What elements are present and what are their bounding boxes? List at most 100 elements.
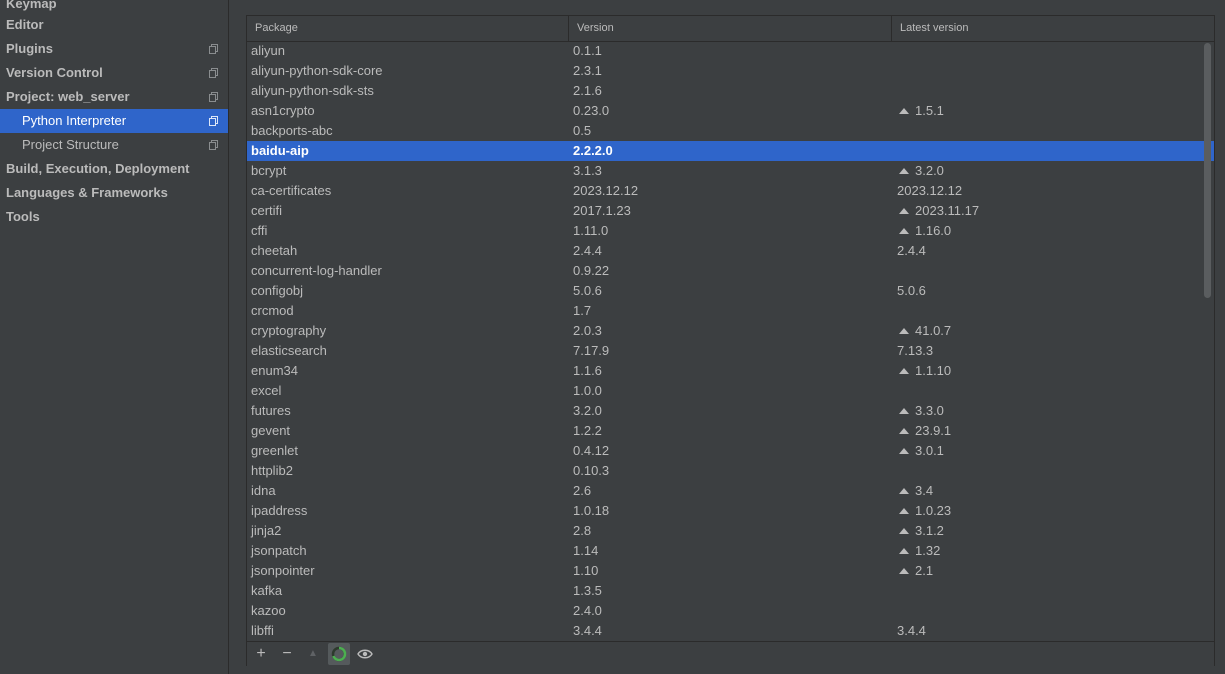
remove-package-button[interactable]: −: [276, 643, 298, 665]
version-cell: 2.6: [573, 483, 592, 498]
package-name-cell: backports-abc: [251, 123, 333, 138]
upgrade-available-icon: [899, 568, 909, 574]
sidebar-item-build[interactable]: Build, Execution, Deployment: [0, 157, 228, 181]
table-header: Package Version Latest version: [247, 16, 1214, 42]
package-name-cell: enum34: [251, 363, 298, 378]
table-row[interactable]: ca-certificates 2023.12.12 2023.12.12: [247, 181, 1214, 201]
sidebar-item-label: Keymap: [6, 0, 57, 11]
sidebar-item-project-structure[interactable]: Project Structure: [0, 133, 228, 157]
upgrade-available-icon: [899, 228, 909, 234]
package-name-cell: cffi: [251, 223, 268, 238]
table-row[interactable]: jsonpointer 1.10 2.1: [247, 561, 1214, 581]
table-row[interactable]: configobj 5.0.6 5.0.6: [247, 281, 1214, 301]
latest-version-text: 2023.12.12: [897, 183, 963, 198]
latest-version-text: 7.13.3: [897, 343, 934, 358]
table-row[interactable]: baidu-aip 2.2.2.0: [247, 141, 1214, 161]
package-name-cell: aliyun-python-sdk-core: [251, 63, 383, 78]
latest-version-text: 2.1: [915, 563, 934, 578]
package-name-cell: aliyun-python-sdk-sts: [251, 83, 374, 98]
packages-toolbar: + − ▲: [247, 641, 1214, 666]
latest-version-cell: 1.1.10: [897, 361, 951, 381]
table-row[interactable]: excel 1.0.0: [247, 381, 1214, 401]
package-name-cell: asn1crypto: [251, 103, 315, 118]
copy-icon: [209, 68, 218, 78]
version-cell: 0.4.12: [573, 443, 610, 458]
package-name-cell: httplib2: [251, 463, 293, 478]
package-name-cell: excel: [251, 383, 282, 398]
version-cell: 3.2.0: [573, 403, 602, 418]
table-row[interactable]: futures 3.2.0 3.3.0: [247, 401, 1214, 421]
table-row[interactable]: gevent 1.2.2 23.9.1: [247, 421, 1214, 441]
version-cell: 1.11.0: [573, 223, 609, 238]
version-cell: 1.2.2: [573, 423, 602, 438]
table-row[interactable]: concurrent-log-handler 0.9.22: [247, 261, 1214, 281]
table-row[interactable]: bcrypt 3.1.3 3.2.0: [247, 161, 1214, 181]
upgrade-package-button[interactable]: ▲: [302, 643, 324, 665]
sidebar-item-plugins[interactable]: Plugins: [0, 37, 228, 61]
table-row[interactable]: cffi 1.11.0 1.16.0: [247, 221, 1214, 241]
table-row[interactable]: ipaddress 1.0.18 1.0.23: [247, 501, 1214, 521]
latest-version-text: 3.4.4: [897, 623, 926, 638]
table-row[interactable]: jsonpatch 1.14 1.32: [247, 541, 1214, 561]
table-row[interactable]: idna 2.6 3.4: [247, 481, 1214, 501]
version-cell: 2023.12.12: [573, 183, 639, 198]
vertical-scrollbar[interactable]: [1204, 43, 1211, 298]
table-row[interactable]: kafka 1.3.5: [247, 581, 1214, 601]
sidebar-item-python-interpreter[interactable]: Python Interpreter: [0, 109, 228, 133]
upgrade-available-icon: [899, 488, 909, 494]
copy-icon: [209, 140, 218, 150]
package-name-cell: elasticsearch: [251, 343, 327, 358]
table-row[interactable]: asn1crypto 0.23.0 1.5.1: [247, 101, 1214, 121]
sidebar-item-editor[interactable]: Editor: [0, 13, 228, 37]
sidebar-item-project[interactable]: Project: web_server: [0, 85, 228, 109]
table-row[interactable]: aliyun-python-sdk-sts 2.1.6: [247, 81, 1214, 101]
sidebar-item-tools[interactable]: Tools: [0, 205, 228, 229]
column-header-package[interactable]: Package: [247, 16, 569, 41]
latest-version-text: 2.4.4: [897, 243, 926, 258]
refresh-spinner-button[interactable]: [328, 643, 350, 665]
table-row[interactable]: cheetah 2.4.4 2.4.4: [247, 241, 1214, 261]
column-header-latest-version[interactable]: Latest version: [892, 16, 1214, 41]
table-row[interactable]: greenlet 0.4.12 3.0.1: [247, 441, 1214, 461]
table-row[interactable]: kazoo 2.4.0: [247, 601, 1214, 621]
sidebar-item-label: Languages & Frameworks: [6, 185, 168, 200]
table-row[interactable]: certifi 2017.1.23 2023.11.17: [247, 201, 1214, 221]
package-name-cell: ipaddress: [251, 503, 308, 518]
show-early-releases-button[interactable]: [354, 643, 376, 665]
package-name-cell: bcrypt: [251, 163, 287, 178]
upgrade-available-icon: [899, 448, 909, 454]
upgrade-available-icon: [899, 368, 909, 374]
package-name-cell: baidu-aip: [251, 143, 309, 158]
copy-icon: [209, 44, 218, 54]
package-name-cell: cryptography: [251, 323, 327, 338]
table-row[interactable]: elasticsearch 7.17.9 7.13.3: [247, 341, 1214, 361]
table-row[interactable]: crcmod 1.7: [247, 301, 1214, 321]
interpreter-panel: Package Version Latest version aliyun 0.1…: [229, 0, 1225, 674]
table-row[interactable]: httplib2 0.10.3: [247, 461, 1214, 481]
latest-version-cell: 1.0.23: [897, 501, 951, 521]
table-row[interactable]: cryptography 2.0.3 41.0.7: [247, 321, 1214, 341]
latest-version-cell: 2023.11.17: [897, 201, 979, 221]
add-package-button[interactable]: +: [250, 643, 272, 665]
column-header-version[interactable]: Version: [569, 16, 892, 41]
package-name-cell: jsonpointer: [251, 563, 315, 578]
latest-version-cell: 1.5.1: [897, 101, 944, 121]
table-row[interactable]: jinja2 2.8 3.1.2: [247, 521, 1214, 541]
table-row[interactable]: enum34 1.1.6 1.1.10: [247, 361, 1214, 381]
sidebar-item-label: Build, Execution, Deployment: [6, 161, 190, 176]
version-cell: 7.17.9: [573, 343, 610, 358]
sidebar-item-languages[interactable]: Languages & Frameworks: [0, 181, 228, 205]
latest-version-text: 3.0.1: [915, 443, 944, 458]
table-row[interactable]: backports-abc 0.5: [247, 121, 1214, 141]
table-row[interactable]: aliyun 0.1.1: [247, 41, 1214, 61]
package-name-cell: futures: [251, 403, 291, 418]
upgrade-available-icon: [899, 548, 909, 554]
upgrade-available-icon: [899, 208, 909, 214]
latest-version-text: 3.4: [915, 483, 934, 498]
table-row[interactable]: aliyun-python-sdk-core 2.3.1: [247, 61, 1214, 81]
table-row[interactable]: libffi 3.4.4 3.4.4: [247, 621, 1214, 641]
latest-version-cell: 5.0.6: [897, 281, 926, 301]
sidebar-item-version-control[interactable]: Version Control: [0, 61, 228, 85]
version-cell: 0.9.22: [573, 263, 610, 278]
upgrade-available-icon: [899, 508, 909, 514]
